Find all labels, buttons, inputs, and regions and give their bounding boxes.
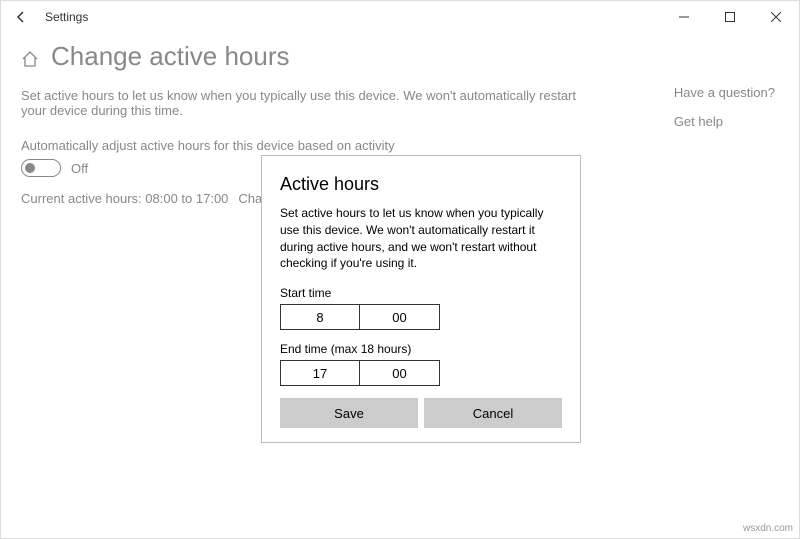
dialog-title: Active hours <box>280 174 562 195</box>
end-minute-input[interactable]: 00 <box>360 360 440 386</box>
titlebar: Settings <box>1 1 799 33</box>
end-time-label: End time (max 18 hours) <box>280 342 562 356</box>
toggle-knob <box>25 163 35 173</box>
help-sidebar: Have a question? Get help <box>674 85 775 143</box>
maximize-button[interactable] <box>707 1 753 33</box>
dialog-buttons: Save Cancel <box>280 398 562 428</box>
minimize-icon <box>679 12 689 22</box>
current-hours-label: Current active hours: 08:00 to 17:00 <box>21 191 228 206</box>
active-hours-dialog: Active hours Set active hours to let us … <box>261 155 581 443</box>
end-time-picker: 17 00 <box>280 360 562 386</box>
auto-adjust-toggle[interactable] <box>21 159 61 177</box>
watermark: wsxdn.com <box>743 523 793 534</box>
window-controls <box>661 1 799 33</box>
start-minute-input[interactable]: 00 <box>360 304 440 330</box>
get-help-link[interactable]: Get help <box>674 114 775 129</box>
close-icon <box>771 12 781 22</box>
have-question-link[interactable]: Have a question? <box>674 85 775 100</box>
start-time-label: Start time <box>280 286 562 300</box>
back-button[interactable] <box>1 1 41 33</box>
maximize-icon <box>725 12 735 22</box>
minimize-button[interactable] <box>661 1 707 33</box>
app-title: Settings <box>45 10 88 24</box>
home-icon[interactable] <box>21 46 39 68</box>
start-time-picker: 8 00 <box>280 304 562 330</box>
description-text: Set active hours to let us know when you… <box>21 88 581 118</box>
page-title: Change active hours <box>51 41 289 72</box>
start-hour-input[interactable]: 8 <box>280 304 360 330</box>
dialog-description: Set active hours to let us know when you… <box>280 205 562 272</box>
close-button[interactable] <box>753 1 799 33</box>
page-header: Change active hours <box>1 33 799 84</box>
arrow-left-icon <box>14 10 28 24</box>
save-button[interactable]: Save <box>280 398 418 428</box>
toggle-state-text: Off <box>71 161 88 176</box>
end-hour-input[interactable]: 17 <box>280 360 360 386</box>
cancel-button[interactable]: Cancel <box>424 398 562 428</box>
auto-adjust-label: Automatically adjust active hours for th… <box>21 138 779 153</box>
